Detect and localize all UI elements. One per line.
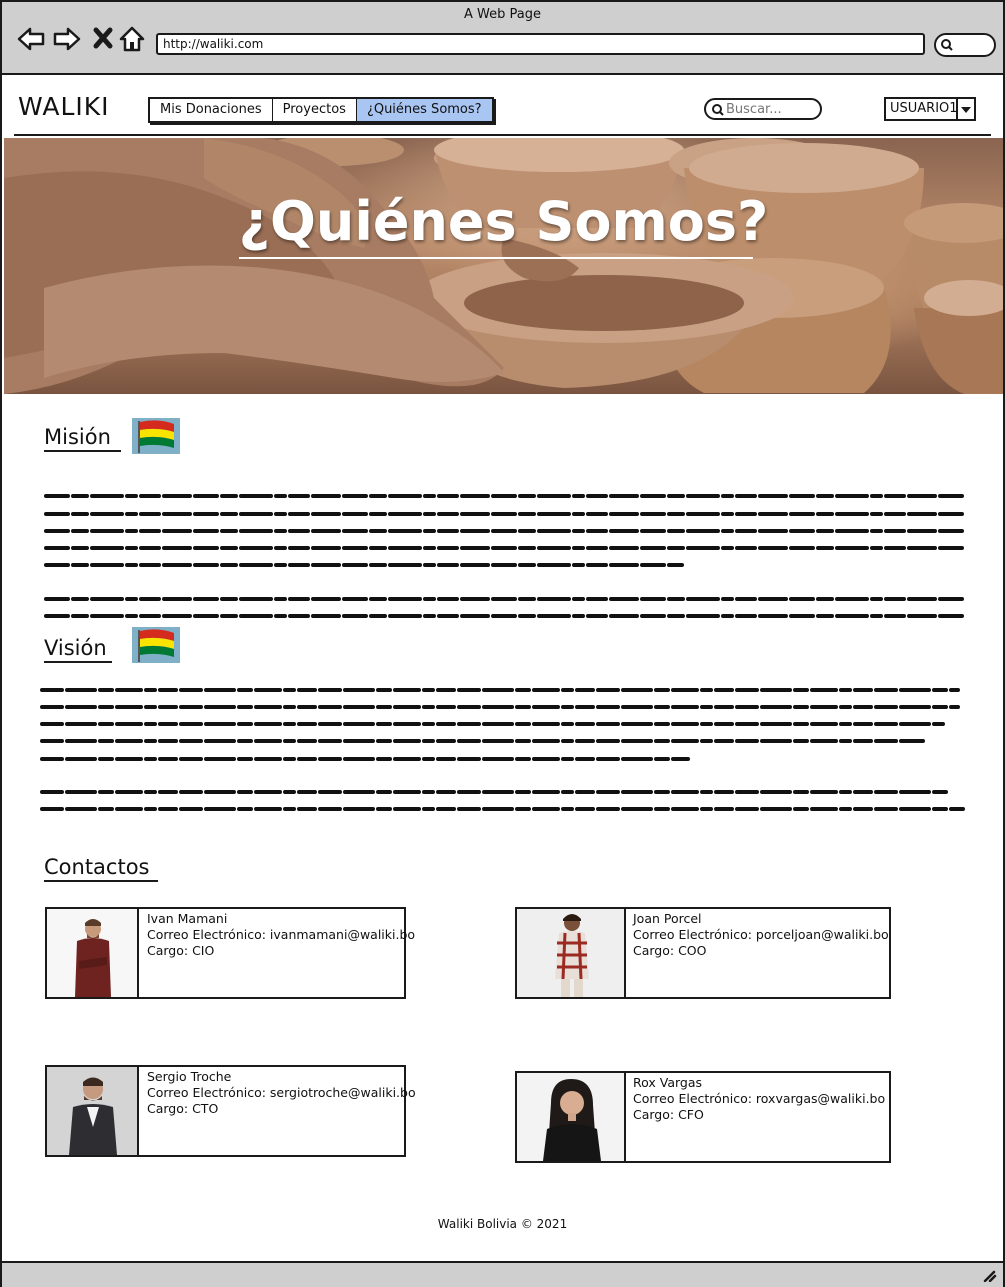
search-input[interactable] <box>726 101 816 117</box>
contacts-title: Contactos <box>44 855 158 882</box>
header-divider <box>14 134 991 136</box>
site-search[interactable] <box>704 98 822 120</box>
contact-role: Cargo: CTO <box>147 1101 219 1116</box>
contact-photo <box>517 1073 626 1161</box>
browser-toolbar: A Web Page http://waliki.com <box>2 2 1003 75</box>
forward-icon[interactable] <box>52 24 82 54</box>
back-icon[interactable] <box>16 24 46 54</box>
site-logo[interactable]: WALIKI <box>18 92 110 121</box>
chevron-down-icon[interactable] <box>956 99 974 119</box>
contact-info: Joan Porcel Correo Electrónico: porceljo… <box>633 911 889 959</box>
contact-name: Sergio Troche <box>147 1069 232 1084</box>
browser-window: A Web Page http://waliki.com WALIKI Mis … <box>0 0 1005 1287</box>
vision-text <box>40 688 965 811</box>
contact-email: Correo Electrónico: ivanmamani@waliki.bo <box>147 927 416 942</box>
bolivia-flag-icon <box>132 627 180 663</box>
contact-photo <box>47 909 139 997</box>
user-name: USUARIO1 <box>890 101 958 116</box>
search-icon <box>941 39 953 51</box>
status-bar <box>2 1261 1003 1287</box>
contact-card: Ivan Mamani Correo Electrónico: ivanmama… <box>45 907 415 999</box>
hero-title-underline <box>239 257 753 259</box>
main-nav: Mis Donaciones Proyectos ¿Quiénes Somos? <box>148 97 494 123</box>
footer-text: Waliki Bolivia © 2021 <box>437 1217 568 1231</box>
tab-quienes-somos[interactable]: ¿Quiénes Somos? <box>356 99 492 121</box>
contact-info: Ivan Mamani Correo Electrónico: ivanmama… <box>147 911 415 959</box>
contact-info: Sergio Troche Correo Electrónico: sergio… <box>147 1069 416 1117</box>
contact-card: Sergio Troche Correo Electrónico: sergio… <box>45 1065 416 1157</box>
contact-card: Joan Porcel Correo Electrónico: porceljo… <box>515 907 891 999</box>
contact-role: Cargo: COO <box>633 943 707 958</box>
user-dropdown[interactable]: USUARIO1 <box>884 97 976 121</box>
contact-name: Joan Porcel <box>633 911 702 926</box>
contact-role: Cargo: CIO <box>147 943 215 958</box>
contact-name: Rox Vargas <box>633 1075 703 1090</box>
contact-card: Rox Vargas Correo Electrónico: roxvargas… <box>515 1071 891 1163</box>
contact-role: Cargo: CFO <box>633 1107 704 1122</box>
contact-photo <box>517 909 626 997</box>
resize-grip-icon[interactable] <box>981 1268 997 1282</box>
tab-proyectos[interactable]: Proyectos <box>273 99 357 121</box>
mission-text <box>44 494 969 618</box>
tab-mis-donaciones[interactable]: Mis Donaciones <box>150 99 273 121</box>
search-icon <box>712 104 724 116</box>
mission-title: Misión <box>44 425 121 452</box>
contact-email: Correo Electrónico: porceljoan@waliki.bo <box>633 927 889 942</box>
contact-email: Correo Electrónico: sergiotroche@waliki.… <box>147 1085 416 1100</box>
hero-title: ¿Quiénes Somos? <box>238 190 769 253</box>
contact-email: Correo Electrónico: roxvargas@waliki.bo <box>633 1091 886 1106</box>
vision-title: Visión <box>44 636 112 663</box>
stop-icon[interactable] <box>90 24 120 54</box>
hero-banner: ¿Quiénes Somos? <box>4 138 1003 394</box>
bolivia-flag-icon <box>132 418 180 454</box>
contact-name: Ivan Mamani <box>147 911 228 926</box>
window-title: A Web Page <box>464 7 541 22</box>
pottery-image <box>4 138 1003 394</box>
contact-info: Rox Vargas Correo Electrónico: roxvargas… <box>633 1075 885 1123</box>
address-bar[interactable]: http://waliki.com <box>156 33 925 55</box>
contact-photo <box>47 1067 139 1155</box>
browser-search[interactable] <box>934 33 996 57</box>
home-icon[interactable] <box>117 24 147 54</box>
